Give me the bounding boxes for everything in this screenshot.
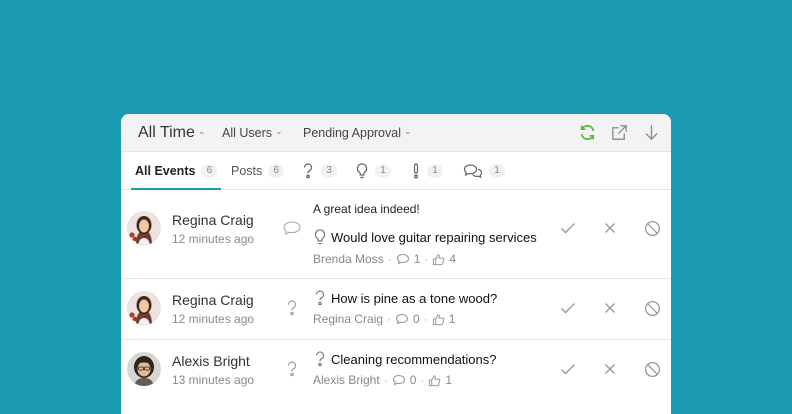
thumbs-up-icon <box>432 253 445 266</box>
event-time: 12 minutes ago <box>172 312 255 326</box>
filter-toolbar: All Time ⌄ All Users ⌄ Pending Approval … <box>121 114 671 152</box>
post-link[interactable]: How is pine as a tone wood? <box>313 289 551 307</box>
post-meta: Alexis Bright · 0 · 1 <box>313 373 551 387</box>
post-meta: Brenda Moss · 1 · 4 <box>313 252 551 266</box>
tab-posts[interactable]: Posts 6 <box>231 152 285 189</box>
thumbs-up-icon <box>432 313 445 326</box>
idea-icon <box>313 228 327 246</box>
event-time: 12 minutes ago <box>172 232 255 246</box>
post-title: Cleaning recommendations? <box>331 351 497 367</box>
comment-count: 1 <box>413 252 421 266</box>
comment-icon <box>396 253 410 265</box>
time-filter-label: All Time <box>138 123 195 141</box>
post-link[interactable]: Cleaning recommendations? <box>313 350 551 368</box>
avatar[interactable] <box>127 291 161 325</box>
event-row: Regina Craig 12 minutes ago A great idea… <box>121 190 671 279</box>
post-meta: Regina Craig · 0 · 1 <box>313 312 551 326</box>
avatar[interactable] <box>127 211 161 245</box>
external-link-icon[interactable] <box>609 122 629 142</box>
tab-label: All Events <box>135 163 196 178</box>
comment-count: 0 <box>413 312 420 326</box>
event-row: Alexis Bright 13 minutes ago Cleaning re… <box>121 340 671 414</box>
tab-count-badge: 1 <box>375 163 391 178</box>
status-filter-label: Pending Approval <box>303 125 401 140</box>
reject-button[interactable] <box>599 358 621 380</box>
meta-separator: · <box>387 312 392 326</box>
status-filter-dropdown[interactable]: Pending Approval ⌄ <box>303 126 412 140</box>
user-name[interactable]: Alexis Bright <box>172 353 250 369</box>
question-icon <box>313 289 327 307</box>
moderation-panel: All Time ⌄ All Users ⌄ Pending Approval … <box>121 114 671 414</box>
thumbs-up-icon <box>428 374 441 387</box>
question-icon <box>313 350 327 368</box>
user-name[interactable]: Regina Craig <box>172 292 254 308</box>
avatar[interactable] <box>127 352 161 386</box>
tab-all-events[interactable]: All Events 6 <box>130 152 222 190</box>
question-icon <box>281 358 303 380</box>
tab-label: Posts <box>231 163 263 178</box>
tab-problems[interactable]: 1 <box>411 152 443 189</box>
idea-icon <box>355 162 369 180</box>
post-title: Would love guitar repairing services <box>331 229 537 245</box>
post-author[interactable]: Brenda Moss <box>313 252 384 266</box>
block-button[interactable] <box>641 217 663 239</box>
event-tabs: All Events 6 Posts 6 3 1 1 1 <box>121 152 671 190</box>
block-button[interactable] <box>641 358 663 380</box>
post-link[interactable]: Would love guitar repairing services <box>313 228 551 246</box>
users-filter-label: All Users <box>222 125 273 140</box>
meta-separator: · <box>383 373 388 387</box>
block-button[interactable] <box>641 297 663 319</box>
meta-separator: · <box>420 373 425 387</box>
comments-icon <box>463 163 483 179</box>
tab-count-badge: 1 <box>489 163 505 178</box>
post-title: How is pine as a tone wood? <box>331 290 498 306</box>
approve-button[interactable] <box>557 217 579 239</box>
question-icon <box>281 297 303 319</box>
chevron-down-icon: ⌄ <box>275 126 283 136</box>
comment-icon <box>395 313 409 325</box>
question-icon <box>301 162 315 180</box>
post-author[interactable]: Alexis Bright <box>313 373 380 387</box>
exclamation-icon <box>411 162 421 180</box>
user-name[interactable]: Regina Craig <box>172 212 254 228</box>
like-count: 1 <box>445 373 453 387</box>
tab-questions[interactable]: 3 <box>301 152 337 189</box>
tab-count-badge: 6 <box>268 163 285 178</box>
arrow-down-icon[interactable] <box>641 122 661 142</box>
event-time: 13 minutes ago <box>172 373 255 387</box>
tab-discussions[interactable]: 1 <box>463 152 505 189</box>
tab-count-badge: 6 <box>201 163 218 178</box>
comment-icon <box>281 217 303 239</box>
comment-count: 0 <box>409 373 417 387</box>
refresh-icon[interactable] <box>577 122 597 142</box>
tab-count-badge: 1 <box>427 163 443 178</box>
comment-text: A great idea indeed! <box>313 202 420 216</box>
approve-button[interactable] <box>557 358 579 380</box>
time-filter-dropdown[interactable]: All Time ⌄ <box>138 124 205 142</box>
like-count: 1 <box>448 312 456 326</box>
users-filter-dropdown[interactable]: All Users ⌄ <box>222 126 283 140</box>
comment-icon <box>392 374 406 386</box>
tab-count-badge: 3 <box>321 163 337 178</box>
chevron-down-icon: ⌄ <box>404 126 412 136</box>
meta-separator: · <box>387 252 392 266</box>
event-row: Regina Craig 12 minutes ago How is pine … <box>121 279 671 340</box>
tab-ideas[interactable]: 1 <box>355 152 391 189</box>
meta-separator: · <box>424 252 429 266</box>
chevron-down-icon: ⌄ <box>197 126 206 136</box>
reject-button[interactable] <box>599 217 621 239</box>
like-count: 4 <box>449 252 457 266</box>
approve-button[interactable] <box>557 297 579 319</box>
reject-button[interactable] <box>599 297 621 319</box>
meta-separator: · <box>423 312 428 326</box>
post-author[interactable]: Regina Craig <box>313 312 383 326</box>
